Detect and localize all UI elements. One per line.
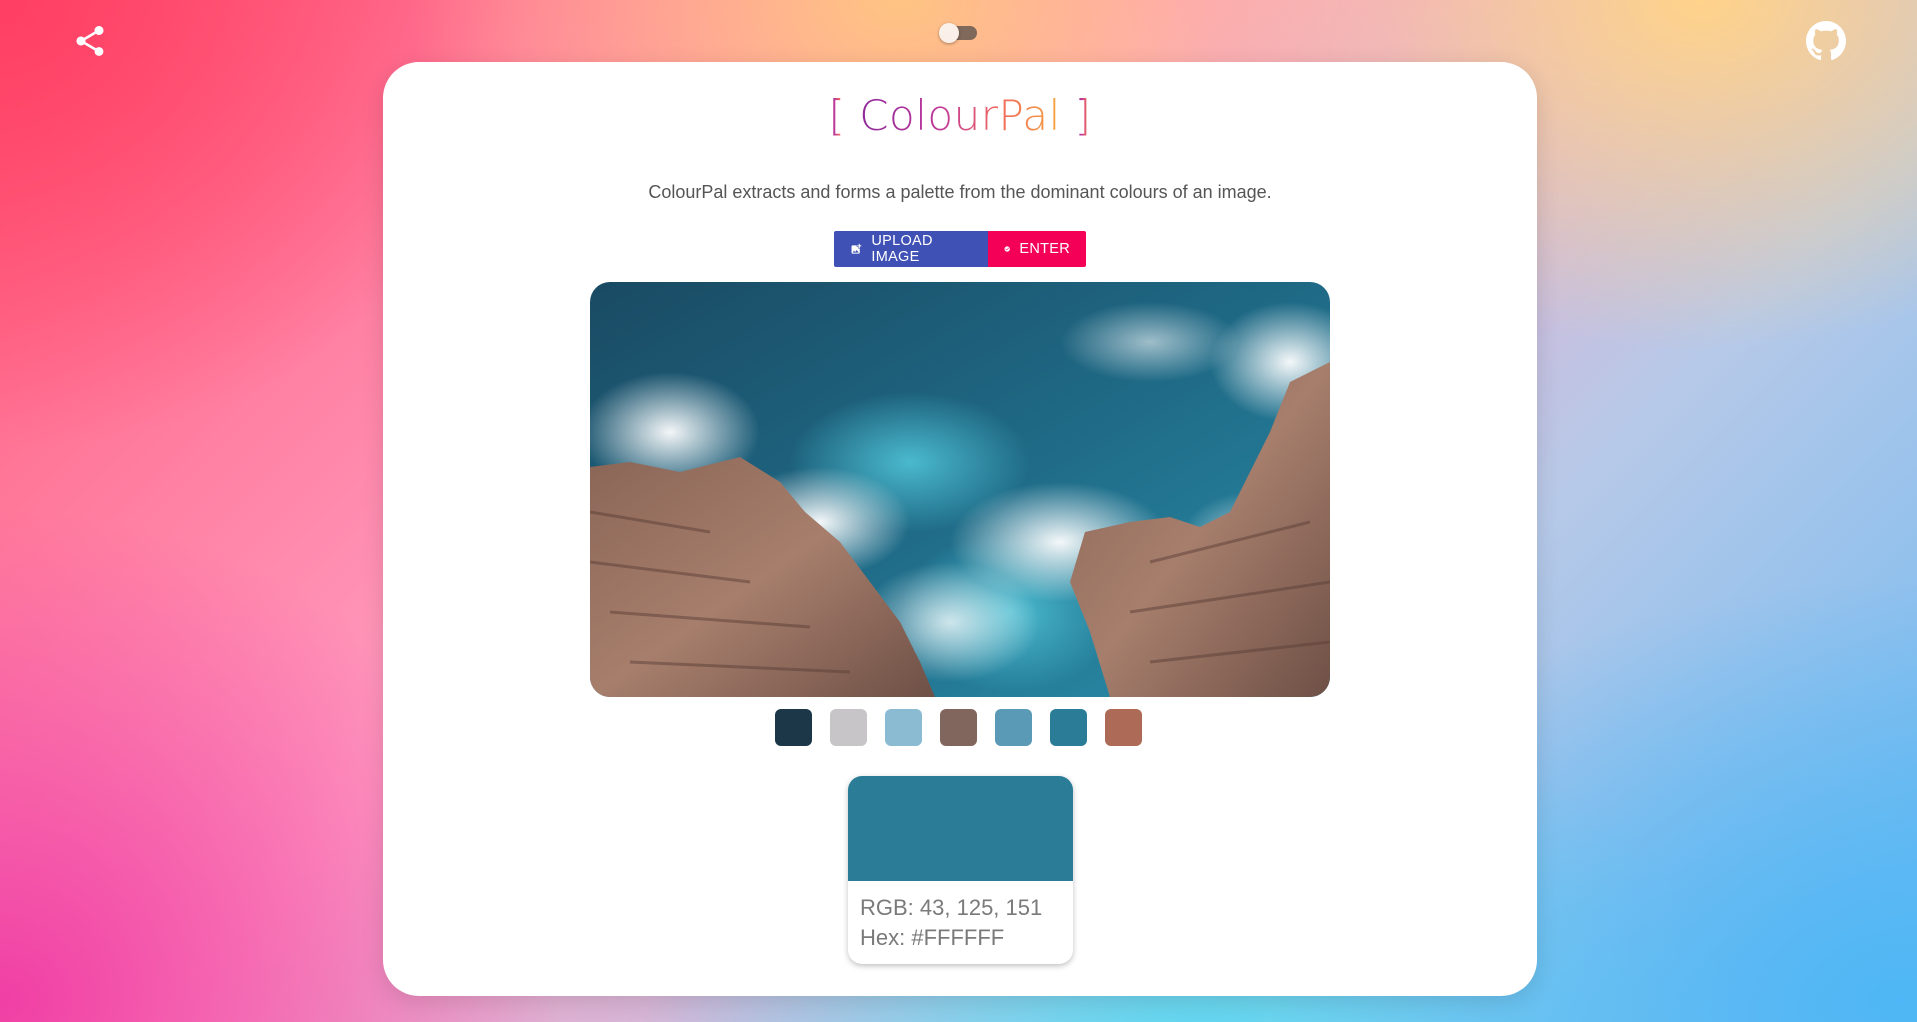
logo-text: ColourPal (859, 91, 1061, 140)
check-circle-icon (1004, 246, 1010, 252)
app-logo: [ ColourPal ] (383, 88, 1537, 144)
rgb-value: RGB: 43, 125, 151 (860, 895, 1043, 920)
theme-toggle[interactable] (939, 23, 977, 43)
upload-image-button[interactable]: UPLOAD IMAGE (834, 231, 988, 267)
main-card: [ ColourPal ] ColourPal extracts and for… (383, 62, 1537, 996)
add-photo-icon (851, 243, 862, 254)
action-button-group: UPLOAD IMAGE ENTER (834, 231, 1086, 267)
palette-swatch[interactable] (1105, 709, 1142, 746)
palette-swatch[interactable] (885, 709, 922, 746)
selected-colour-card: RGB: 43, 125, 151 Hex: #FFFFFF (848, 776, 1073, 964)
share-icon[interactable] (72, 22, 108, 60)
palette-swatch[interactable] (940, 709, 977, 746)
uploaded-image-preview (590, 282, 1330, 697)
palette-swatch[interactable] (830, 709, 867, 746)
colour-info: RGB: 43, 125, 151 Hex: #FFFFFF (848, 881, 1073, 964)
toggle-knob (939, 23, 959, 43)
upload-image-label: UPLOAD IMAGE (871, 233, 933, 265)
palette-swatch[interactable] (995, 709, 1032, 746)
palette-swatch[interactable] (1050, 709, 1087, 746)
enter-button[interactable]: ENTER (988, 231, 1086, 267)
hex-value: Hex: #FFFFFF (860, 925, 1005, 950)
logo-bracket-close: ] (1074, 91, 1092, 140)
enter-label: ENTER (1019, 241, 1070, 257)
selected-colour-preview (848, 776, 1073, 881)
palette-swatch[interactable] (775, 709, 812, 746)
github-icon[interactable] (1806, 21, 1846, 61)
logo-bracket-open: [ (828, 91, 846, 140)
app-description: ColourPal extracts and forms a palette f… (648, 182, 1272, 202)
palette-swatches (775, 709, 1142, 746)
